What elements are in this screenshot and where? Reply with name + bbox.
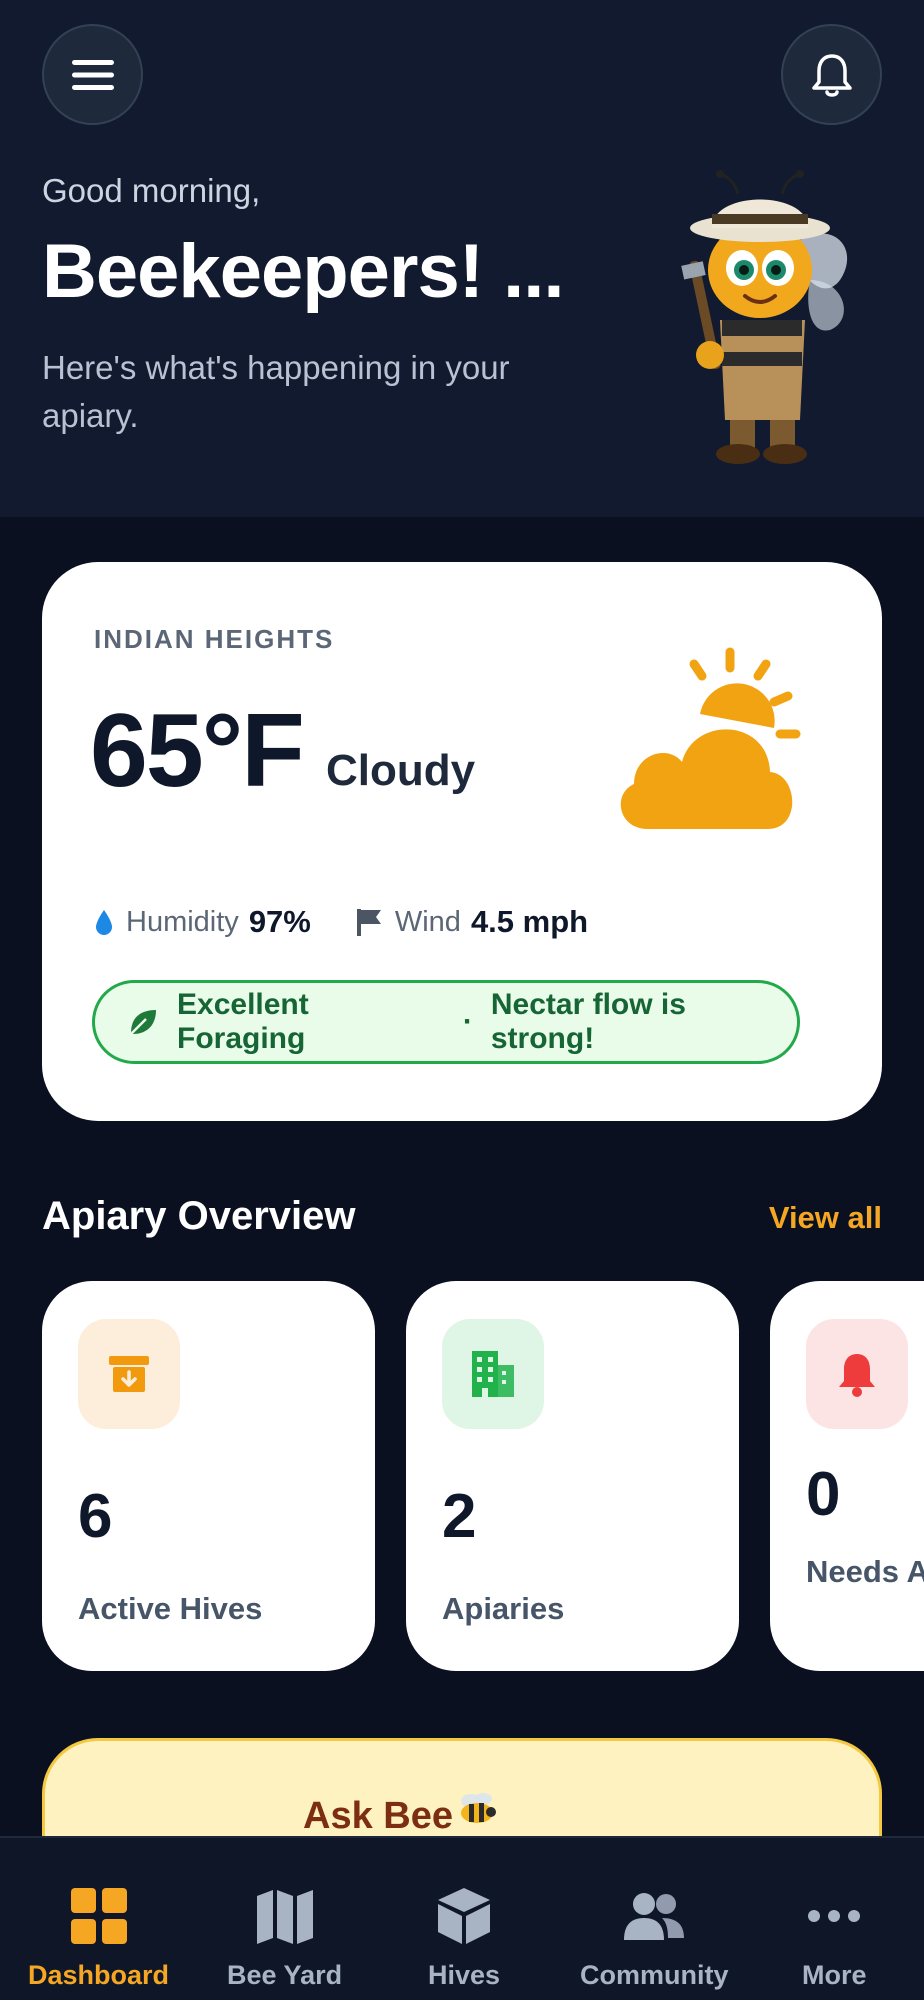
water-drop-icon [94, 908, 114, 936]
menu-button[interactable] [42, 24, 143, 125]
needs-attention-count: 0 [806, 1460, 841, 1529]
wind-value: 4.5 mph [470, 904, 589, 939]
nav-more[interactable]: More [802, 1838, 867, 2000]
weather-stats: Humidity 97% Wind 4.5 mph [94, 904, 588, 940]
ask-bee-title: Ask Bee [303, 1795, 453, 1837]
bee-mascot-illustration [681, 170, 848, 464]
apiaries-card[interactable]: 2 Apiaries [406, 1281, 739, 1671]
wind-label: Wind [394, 905, 461, 938]
nav-community-label: Community [580, 1960, 729, 1990]
bottom-navigation: Dashboard Bee Yard Hives Community More [0, 1836, 924, 2000]
overview-section-title: Apiary Overview [42, 1194, 356, 1238]
archive-icon [78, 1319, 180, 1429]
nav-more-label: More [802, 1960, 867, 1990]
partly-cloudy-icon [620, 647, 801, 829]
weather-location: INDIAN HEIGHTS [94, 624, 335, 654]
nav-hives-label: Hives [428, 1960, 501, 1990]
apiaries-count: 2 [442, 1482, 477, 1551]
weather-condition: Cloudy [326, 746, 476, 795]
active-hives-card[interactable]: 6 Active Hives [42, 1281, 375, 1671]
nav-dashboard-label: Dashboard [28, 1960, 170, 1990]
leaf-icon [127, 1007, 159, 1037]
forage-status-text: Excellent Foraging [177, 988, 309, 1055]
needs-attention-card[interactable]: 0 Needs Attention [770, 1281, 924, 1671]
flag-icon [355, 907, 383, 937]
building-icon [442, 1319, 544, 1429]
grid-icon [69, 1884, 129, 1948]
nav-community[interactable]: Community [580, 1838, 729, 2000]
notifications-button[interactable] [781, 24, 882, 125]
more-icon [806, 1884, 862, 1948]
foraging-status-badge: Excellent Foraging · Nectar flow is stro… [92, 980, 800, 1064]
bell-icon [806, 1319, 908, 1429]
hamburger-icon [71, 59, 114, 90]
humidity-value: 97% [248, 904, 311, 939]
apiaries-label: Apiaries [442, 1591, 565, 1626]
needs-attention-label: Needs Attention [806, 1554, 924, 1589]
nav-bee-yard[interactable]: Bee Yard [227, 1838, 342, 2000]
weather-temperature: 65°F [90, 693, 305, 809]
page-subtitle: Here's what's happening in your apiary. [42, 349, 510, 434]
people-icon [622, 1884, 686, 1948]
humidity-label: Humidity [126, 905, 239, 938]
weather-card[interactable]: INDIAN HEIGHTS 65°F Cloudy Humidity 97% … [42, 562, 882, 1121]
active-hives-count: 6 [78, 1482, 113, 1551]
forage-note-text: Nectar flow is strong! [490, 988, 686, 1055]
bell-icon [811, 53, 852, 97]
header: Good morning, Beekeepers! ... Here's wha… [0, 0, 924, 517]
bee-icon [461, 1793, 496, 1823]
greeting-text: Good morning, [42, 172, 261, 209]
cube-icon [436, 1884, 492, 1948]
view-all-link[interactable]: View all [769, 1200, 882, 1236]
page-title: Beekeepers! ... [42, 229, 565, 314]
nav-dashboard[interactable]: Dashboard [28, 1838, 169, 2000]
active-hives-label: Active Hives [78, 1591, 263, 1626]
nav-bee-yard-label: Bee Yard [227, 1960, 343, 1990]
map-icon [255, 1884, 315, 1948]
nav-hives[interactable]: Hives [428, 1838, 500, 2000]
forage-separator: · [462, 1005, 473, 1038]
